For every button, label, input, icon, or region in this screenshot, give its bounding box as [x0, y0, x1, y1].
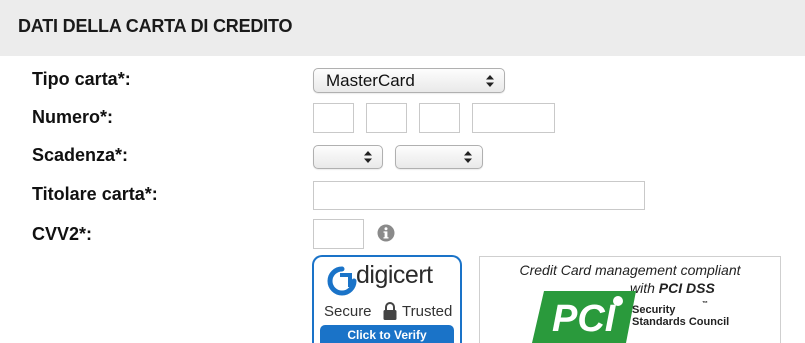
cardholder-label: Titolare carta*:	[32, 184, 158, 204]
card-number-part-1[interactable]	[313, 103, 354, 133]
card-number-part-2[interactable]	[366, 103, 407, 133]
digicert-secure-text: Secure	[324, 303, 372, 320]
card-number-label: Numero*:	[32, 107, 114, 127]
cardholder-input[interactable]	[313, 181, 645, 210]
card-type-select[interactable]: MasterCard	[313, 68, 505, 93]
pci-security-text: Security	[632, 304, 676, 316]
pci-dss-text: with PCI DSS	[630, 280, 715, 296]
cvv-label: CVV2*:	[32, 224, 93, 244]
digicert-seal[interactable]: digicert Secure Trusted Click to Verify	[312, 255, 462, 343]
pci-council-text: Standards Council	[632, 316, 730, 328]
section-header: DATI DELLA CARTA DI CREDITO	[0, 0, 805, 56]
card-type-value: MasterCard	[326, 71, 415, 90]
svg-text:PCI: PCI	[552, 298, 617, 340]
expiry-month-select[interactable]	[313, 145, 383, 169]
lock-icon	[383, 302, 397, 320]
select-arrows-icon	[486, 74, 494, 87]
pci-compliance-text: Credit Card management compliant	[519, 262, 741, 278]
pci-compliance-badge: Credit Card management compliant with PC…	[479, 256, 781, 343]
cvv-input[interactable]	[313, 219, 364, 249]
click-to-verify-button[interactable]: Click to Verify	[320, 325, 454, 343]
digicert-brand: digicert	[356, 261, 433, 289]
card-number-part-4[interactable]	[472, 103, 555, 133]
expiry-label: Scadenza*:	[32, 145, 129, 165]
digicert-trusted-text: Trusted	[402, 303, 453, 320]
pci-trademark: ™	[702, 301, 708, 307]
info-icon[interactable]	[377, 224, 395, 242]
pci-dss-bold: PCI DSS	[658, 280, 715, 296]
card-type-label: Tipo carta*:	[32, 69, 131, 89]
select-arrows-icon	[364, 151, 372, 163]
expiry-year-select[interactable]	[395, 145, 483, 169]
section-title: DATI DELLA CARTA DI CREDITO	[18, 16, 293, 36]
card-number-part-3[interactable]	[419, 103, 460, 133]
select-arrows-icon	[464, 151, 472, 163]
pci-logo-icon: PCI	[532, 291, 636, 343]
